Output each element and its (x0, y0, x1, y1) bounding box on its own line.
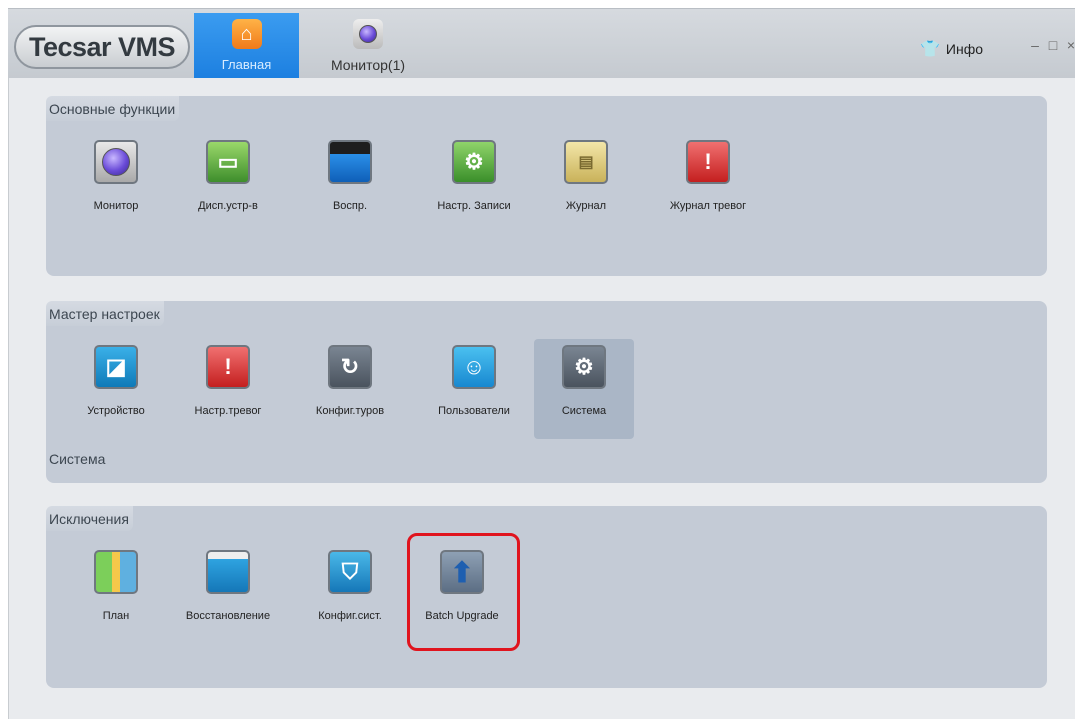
users-icon: ☺ (452, 345, 496, 389)
shirt-icon: 👕 (920, 41, 940, 58)
tile-label: Настр.тревог (194, 405, 262, 417)
record-settings-icon: ⚙ (452, 140, 496, 184)
tile-alarm-log[interactable]: ! Журнал тревог (658, 134, 758, 234)
close-button[interactable]: × (1064, 37, 1075, 53)
tile-label: Дисп.устр-в (198, 200, 258, 212)
section-title: Исключения (46, 506, 133, 531)
tile-restore[interactable]: Восстановление (178, 544, 278, 644)
tile-monitor[interactable]: Монитор (66, 134, 166, 234)
tab-home-label: Главная (221, 57, 272, 72)
tile-label: Настр. Записи (437, 200, 511, 212)
tile-label: Журнал (565, 200, 607, 212)
tile-label: Пользователи (438, 405, 510, 417)
tile-label: Конфиг.сист. (318, 610, 382, 622)
tile-device[interactable]: ◪ Устройство (66, 339, 166, 439)
app-logo: Tecsar VMS (14, 25, 190, 69)
section-exceptions: Исключения План Восстановление ⛉ Конфиг.… (46, 506, 1047, 688)
playback-clapper-icon (328, 140, 372, 184)
camera-lens-icon (94, 140, 138, 184)
home-icon: ⌂ (231, 19, 262, 49)
tile-label: Журнал тревог (669, 200, 747, 212)
info-label: Инфо (945, 41, 984, 57)
tile-users[interactable]: ☺ Пользователи (424, 339, 524, 439)
tile-tour-config[interactable]: ↻ Конфиг.туров (300, 339, 400, 439)
main-area: Основные функции Монитор ▭ Дисп.устр-в В… (8, 78, 1075, 719)
tile-system[interactable]: ⚙ Система (534, 339, 634, 439)
alarm-settings-icon: ! (206, 345, 250, 389)
log-icon: ▤ (564, 140, 608, 184)
highlight-box (407, 533, 520, 651)
device-manager-icon: ▭ (206, 140, 250, 184)
tile-label: Конфиг.туров (315, 405, 385, 417)
tile-device-manager[interactable]: ▭ Дисп.устр-в (178, 134, 278, 234)
window-controls: – □ × (1028, 37, 1075, 53)
tile-system-config[interactable]: ⛉ Конфиг.сист. (300, 544, 400, 644)
tab-monitor[interactable]: Монитор(1) (308, 13, 428, 79)
section-main-functions: Основные функции Монитор ▭ Дисп.устр-в В… (46, 96, 1047, 276)
section-title: Основные функции (46, 96, 180, 121)
section-setup-wizard: Мастер настроек ◪ Устройство ! Настр.тре… (46, 301, 1047, 483)
tab-home[interactable]: ⌂ Главная (194, 13, 299, 79)
system-config-icon: ⛉ (328, 550, 372, 594)
gear-icon: ⚙ (562, 345, 606, 389)
restore-icon (206, 550, 250, 594)
section-title: Мастер настроек (46, 301, 164, 326)
alarm-log-icon: ! (686, 140, 730, 184)
tile-label: Устройство (87, 405, 145, 417)
tile-playback[interactable]: Воспр. (300, 134, 400, 234)
tile-alarm-settings[interactable]: ! Настр.тревог (178, 339, 278, 439)
tile-label: План (102, 610, 130, 622)
tile-record-settings[interactable]: ⚙ Настр. Записи (424, 134, 524, 234)
maximize-button[interactable]: □ (1046, 37, 1060, 53)
section-sub-label: Система (49, 451, 106, 467)
minimize-button[interactable]: – (1028, 37, 1042, 53)
camera-lens-icon (353, 19, 383, 49)
tab-monitor-label: Монитор(1) (330, 57, 406, 73)
title-bar: Tecsar VMS ⌂ Главная Монитор(1) 👕 Инфо –… (8, 8, 1075, 79)
tour-config-icon: ↻ (328, 345, 372, 389)
device-config-icon: ◪ (94, 345, 138, 389)
tile-log[interactable]: ▤ Журнал (536, 134, 636, 234)
tile-plan[interactable]: План (66, 544, 166, 644)
tile-label: Воспр. (332, 200, 368, 212)
info-button[interactable]: 👕 Инфо (920, 39, 983, 59)
tile-label: Монитор (93, 200, 139, 212)
tile-label: Восстановление (185, 610, 271, 622)
tile-label: Система (561, 405, 607, 417)
map-plan-icon (94, 550, 138, 594)
